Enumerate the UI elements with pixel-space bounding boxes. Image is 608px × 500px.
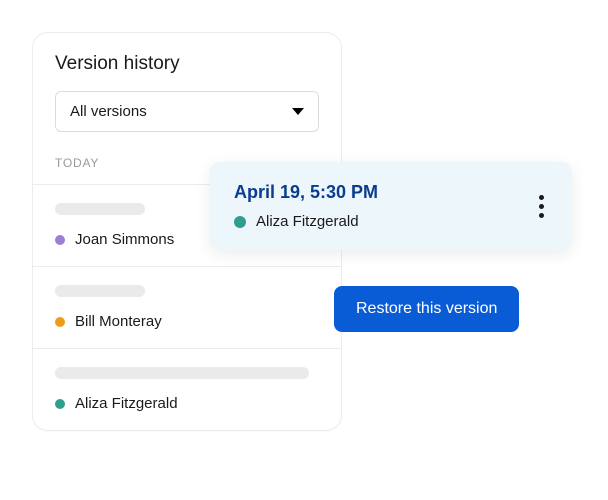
user-dot (55, 235, 65, 245)
version-entry[interactable]: Aliza Fitzgerald (33, 348, 341, 430)
user-dot (55, 399, 65, 409)
user-row: Bill Monteray (55, 313, 319, 330)
filter-dropdown[interactable]: All versions (55, 91, 319, 132)
user-name: Joan Simmons (75, 231, 174, 248)
popover-date: April 19, 5:30 PM (234, 182, 378, 203)
user-row: Aliza Fitzgerald (55, 395, 319, 412)
user-dot (234, 216, 246, 228)
restore-button[interactable]: Restore this version (334, 286, 519, 332)
version-popover: April 19, 5:30 PM Aliza Fitzgerald (210, 162, 572, 250)
caret-down-icon (292, 108, 304, 115)
panel-title: Version history (33, 53, 341, 91)
popover-user-name: Aliza Fitzgerald (256, 213, 359, 230)
user-dot (55, 317, 65, 327)
popover-user: Aliza Fitzgerald (234, 213, 378, 230)
placeholder-bar (55, 203, 145, 215)
placeholder-bar (55, 367, 309, 379)
popover-content: April 19, 5:30 PM Aliza Fitzgerald (234, 182, 378, 230)
user-name: Aliza Fitzgerald (75, 395, 178, 412)
more-options-icon[interactable] (533, 189, 550, 224)
dropdown-label: All versions (70, 103, 147, 120)
version-entry[interactable]: Bill Monteray (33, 266, 341, 348)
user-name: Bill Monteray (75, 313, 162, 330)
placeholder-bar (55, 285, 145, 297)
